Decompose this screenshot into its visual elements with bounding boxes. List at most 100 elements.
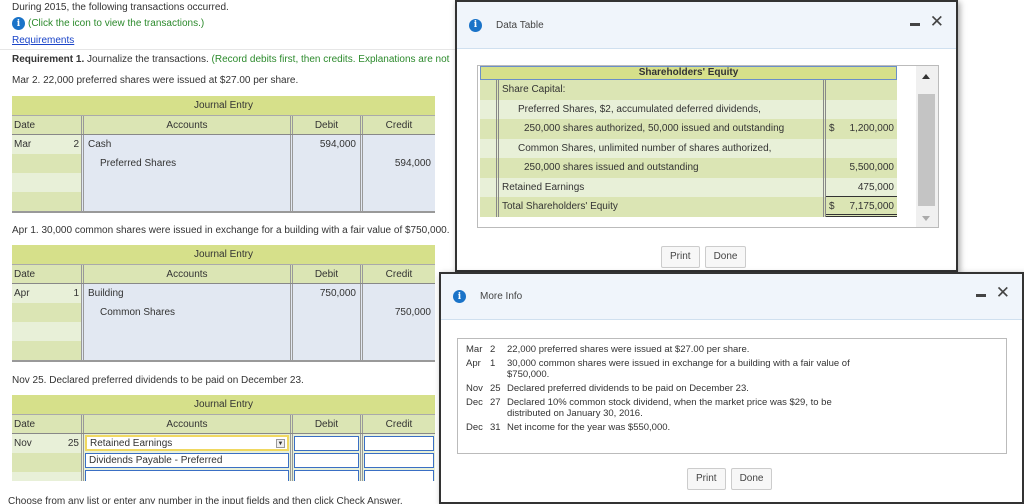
transaction-date: Dec 31	[466, 422, 507, 433]
journal-header: Date Accounts Debit Credit	[12, 264, 435, 284]
debit-column	[293, 434, 363, 481]
transaction-day: 31	[490, 422, 501, 433]
currency-symbol: $	[829, 201, 835, 212]
credit-column: 594,000	[363, 135, 435, 211]
equity-label: 250,000 shares issued and outstanding	[496, 158, 826, 178]
accounts-column: Retained Earnings ▼ Dividends Payable - …	[81, 434, 293, 481]
amount: 7,175,000	[849, 201, 895, 212]
transaction-text: 30,000 common shares were issued in exch…	[507, 358, 850, 380]
equity-label: 250,000 shares authorized, 50,000 issued…	[496, 119, 826, 139]
header-accounts: Accounts	[81, 265, 293, 283]
header-debit: Debit	[293, 265, 363, 283]
account-cell: Building	[88, 288, 124, 299]
instruction-footer: Choose from any list or enter any number…	[8, 496, 403, 504]
journal-entry-nov-25: Journal Entry Date Accounts Debit Credit…	[12, 395, 435, 481]
transaction-day: 27	[490, 397, 501, 408]
debit-cell: 750,000	[319, 288, 356, 299]
intro-text: During 2015, the following transactions …	[12, 2, 229, 13]
equity-row: 250,000 shares issued and outstanding 5,5…	[480, 158, 897, 178]
journal-title: Journal Entry	[12, 395, 435, 414]
info-icon: i	[453, 290, 466, 303]
journal-title: Journal Entry	[12, 96, 435, 115]
transaction-month: Apr	[466, 358, 481, 369]
dropdown-arrow-icon[interactable]: ▼	[276, 438, 285, 448]
entry-day: 1	[73, 288, 79, 299]
question-nov-25: Nov 25. Declared preferred dividends to …	[12, 375, 304, 386]
transaction-item: Nov 25 Declared preferred dividends to be …	[466, 383, 998, 394]
transaction-item: Dec 31 Net income for the year was $550,00…	[466, 422, 998, 433]
transaction-text: Declared preferred dividends to be paid …	[507, 383, 749, 394]
accounts-column: Cash Preferred Shares	[81, 135, 293, 211]
debit-input[interactable]	[294, 470, 359, 481]
click-icon-hint: (Click the icon to view the transactions…	[28, 18, 205, 29]
equity-value	[826, 80, 897, 100]
equity-label: Common Shares, unlimited number of share…	[496, 138, 826, 158]
date-column: Apr 1	[12, 284, 81, 360]
view-transactions[interactable]: i (Click the icon to view the transactio…	[12, 17, 204, 30]
entry-month: Nov	[14, 438, 32, 449]
credit-column	[363, 434, 435, 481]
equity-value: 475,000	[826, 178, 897, 197]
transaction-day: 2	[490, 344, 496, 355]
transaction-day: 1	[490, 358, 496, 369]
transaction-date: Mar 2	[466, 344, 507, 355]
entry-month: Mar	[14, 139, 32, 150]
header-date: Date	[14, 269, 36, 280]
header-credit: Credit	[385, 419, 413, 430]
journal-body: Apr 1 Building Common Shares 750,000 750,…	[12, 284, 435, 362]
header-credit: Credit	[385, 269, 413, 280]
data-table-dialog: i Data Table ✕ Shareholders' Equity Shar…	[455, 0, 958, 272]
transaction-item: Mar 2 22,000 preferred shares were issued …	[466, 344, 998, 355]
scrollbar-thumb[interactable]	[918, 94, 935, 206]
entry-day: 25	[67, 438, 79, 449]
more-info-dialog: i More Info ✕ Mar 2 22,000 preferred share…	[439, 272, 1024, 504]
done-button[interactable]: Done	[730, 468, 773, 490]
print-button[interactable]: Print	[661, 246, 700, 268]
dialog-title: Data Table	[496, 19, 544, 31]
credit-input[interactable]	[364, 436, 434, 451]
transaction-date: Apr 1	[466, 358, 507, 380]
transaction-month: Dec	[466, 397, 483, 408]
credit-input[interactable]	[364, 453, 434, 468]
question-apr-1: Apr 1. 30,000 common shares were issued …	[12, 225, 450, 236]
requirement-hint: (Record debits first, then credits. Expl…	[211, 54, 450, 65]
equity-value	[826, 139, 897, 159]
account-select[interactable]: Retained Earnings ▼	[85, 435, 289, 451]
info-icon[interactable]: i	[12, 17, 25, 30]
transactions-list: Mar 2 22,000 preferred shares were issued …	[457, 338, 1007, 454]
scroll-up-icon[interactable]	[922, 74, 930, 79]
journal-header: Date Accounts Debit Credit	[12, 414, 435, 434]
journal-body: Nov 25 Retained Earnings ▼ Dividends Paya…	[12, 434, 435, 481]
transaction-date: Nov 25	[466, 383, 507, 394]
equity-row: Retained Earnings 475,000	[480, 177, 897, 197]
transaction-month: Nov	[466, 383, 483, 394]
equity-row: Total Shareholders' Equity $7,175,000	[480, 197, 897, 217]
transaction-month: Dec	[466, 422, 483, 433]
transaction-text: Declared 10% common stock dividend, when…	[507, 397, 832, 419]
equity-row: Common Shares, unlimited number of share…	[480, 138, 897, 159]
equity-value: 5,500,000	[826, 158, 897, 178]
account-cell: Cash	[88, 139, 112, 150]
shareholders-equity-table: Shareholders' Equity Share Capital: Prefe…	[480, 66, 897, 217]
debit-input[interactable]	[294, 436, 359, 451]
requirements-link[interactable]: Requirements	[12, 35, 74, 46]
dialog-header: i Data Table ✕	[457, 2, 956, 49]
header-accounts: Accounts	[81, 415, 293, 433]
equity-label: Share Capital:	[496, 80, 826, 100]
account-input[interactable]	[85, 470, 289, 481]
transaction-text: 22,000 preferred shares were issued at $…	[507, 344, 750, 355]
print-button[interactable]: Print	[687, 468, 726, 490]
close-icon[interactable]: ✕	[930, 14, 944, 31]
scroll-down-icon[interactable]	[922, 216, 930, 221]
header-accounts: Accounts	[81, 116, 293, 134]
account-input[interactable]: Dividends Payable - Preferred	[85, 453, 289, 468]
scrollbar[interactable]	[916, 66, 938, 227]
done-button[interactable]: Done	[704, 246, 747, 268]
transaction-date: Dec 27	[466, 397, 507, 419]
minimize-icon[interactable]	[909, 22, 920, 26]
header-date: Date	[14, 419, 36, 430]
credit-input[interactable]	[364, 470, 434, 481]
debit-input[interactable]	[294, 453, 359, 468]
close-icon[interactable]: ✕	[996, 285, 1010, 302]
minimize-icon[interactable]	[975, 293, 986, 297]
